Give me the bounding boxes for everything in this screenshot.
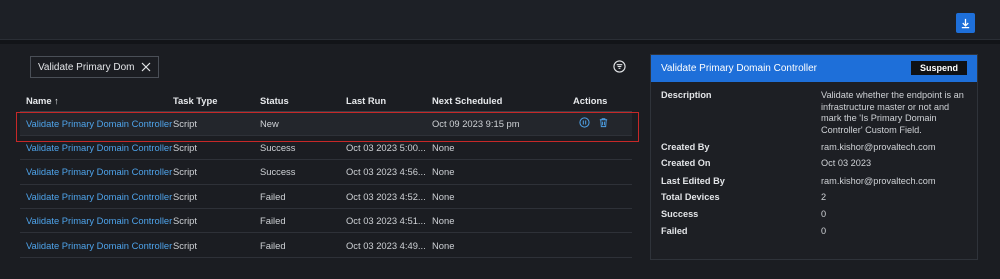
detail-row-total-devices: Total Devices 2 [651,192,977,209]
failed-label: Failed [661,226,688,236]
detail-row-success: Success 0 [651,209,977,226]
task-details-panel: Validate Primary Domain Controller Suspe… [650,54,978,260]
success-label: Success [661,209,699,219]
success-value: 0 [821,209,827,219]
actions-cell [573,208,632,234]
table-row[interactable]: Validate Primary Domain Controller Scrip… [20,208,632,234]
suspend-button[interactable]: Suspend [911,61,967,75]
task-name-link[interactable]: Validate Primary Domain Controller [20,208,173,234]
task-type-cell: Script [173,232,260,258]
task-name-link[interactable]: Validate Primary Domain Controller [20,135,173,161]
total-devices-value: 2 [821,192,827,202]
table-row[interactable]: Validate Primary Domain Controller Scrip… [20,111,632,136]
column-header-last-run[interactable]: Last Run [346,90,432,112]
last-edited-by-label: Last Edited By [661,176,725,186]
detail-row-description: Description Validate whether the endpoin… [651,90,977,142]
next-scheduled-cell: Oct 09 2023 9:15 pm [432,111,573,136]
task-type-cell: Script [173,159,260,185]
table-row[interactable]: Validate Primary Domain Controller Scrip… [20,135,632,161]
actions-cell [573,184,632,210]
pause-icon[interactable] [579,117,590,128]
task-type-cell: Script [173,184,260,210]
top-bar [0,0,1000,40]
column-header-status[interactable]: Status [260,90,346,112]
task-name-link[interactable]: Validate Primary Domain Controller [20,232,173,258]
last-run-cell [346,111,432,136]
download-button[interactable] [956,13,975,33]
created-on-value: Oct 03 2023 [821,158,872,168]
next-scheduled-cell: None [432,159,573,185]
last-run-cell: Oct 03 2023 4:49... [346,232,432,258]
last-run-cell: Oct 03 2023 5:00... [346,135,432,161]
actions-cell [573,111,632,136]
column-header-name[interactable]: Name ↑ [20,90,173,112]
detail-row-last-edited-by: Last Edited By ram.kishor@provaltech.com [651,176,977,192]
detail-row-failed: Failed 0 [651,226,977,243]
actions-cell [573,232,632,258]
detail-row-created-by: Created By ram.kishor@provaltech.com [651,142,977,158]
last-edited-by-value: ram.kishor@provaltech.com [821,176,936,186]
next-scheduled-cell: None [432,184,573,210]
search-filter-chip[interactable]: Validate Primary Dom [30,56,159,78]
actions-cell [573,135,632,161]
task-type-cell: Script [173,135,260,161]
failed-value: 0 [821,226,827,236]
actions-cell [573,159,632,185]
column-header-actions: Actions [573,90,632,112]
created-by-label: Created By [661,142,710,152]
description-value: Validate whether the endpoint is an infr… [821,90,964,135]
last-run-cell: Oct 03 2023 4:52... [346,184,432,210]
total-devices-label: Total Devices [661,192,720,202]
tasks-table: Name ↑ Task Type Status Last Run Next Sc… [20,90,632,258]
status-cell: Failed [260,184,346,210]
column-header-next-scheduled[interactable]: Next Scheduled [432,90,573,112]
detail-row-created-on: Created On Oct 03 2023 [651,158,977,176]
download-icon [961,18,970,28]
table-header-row: Name ↑ Task Type Status Last Run Next Sc… [20,90,632,112]
status-cell: Failed [260,208,346,234]
panel-title: Validate Primary Domain Controller [661,63,817,74]
next-scheduled-cell: None [432,208,573,234]
last-run-cell: Oct 03 2023 4:51... [346,208,432,234]
created-on-label: Created On [661,158,711,168]
trash-icon[interactable] [598,117,609,128]
next-scheduled-cell: None [432,232,573,258]
status-cell: Success [260,159,346,185]
status-cell: New [260,111,346,136]
task-name-link[interactable]: Validate Primary Domain Controller [20,159,173,185]
description-label: Description [661,90,712,100]
next-scheduled-cell: None [432,135,573,161]
status-cell: Success [260,135,346,161]
task-type-cell: Script [173,208,260,234]
last-run-cell: Oct 03 2023 4:56... [346,159,432,185]
task-name-link[interactable]: Validate Primary Domain Controller [20,184,173,210]
table-row[interactable]: Validate Primary Domain Controller Scrip… [20,184,632,210]
column-header-task-type[interactable]: Task Type [173,90,260,112]
status-cell: Failed [260,232,346,258]
table-row[interactable]: Validate Primary Domain Controller Scrip… [20,232,632,258]
panel-header: Validate Primary Domain Controller Suspe… [651,55,977,82]
task-type-cell: Script [173,111,260,136]
table-row[interactable]: Validate Primary Domain Controller Scrip… [20,159,632,185]
close-icon[interactable] [140,61,152,73]
created-by-value: ram.kishor@provaltech.com [821,142,936,152]
filter-icon[interactable] [613,60,626,73]
task-name-link[interactable]: Validate Primary Domain Controller [20,111,173,136]
filter-chip-label: Validate Primary Dom [38,61,135,73]
